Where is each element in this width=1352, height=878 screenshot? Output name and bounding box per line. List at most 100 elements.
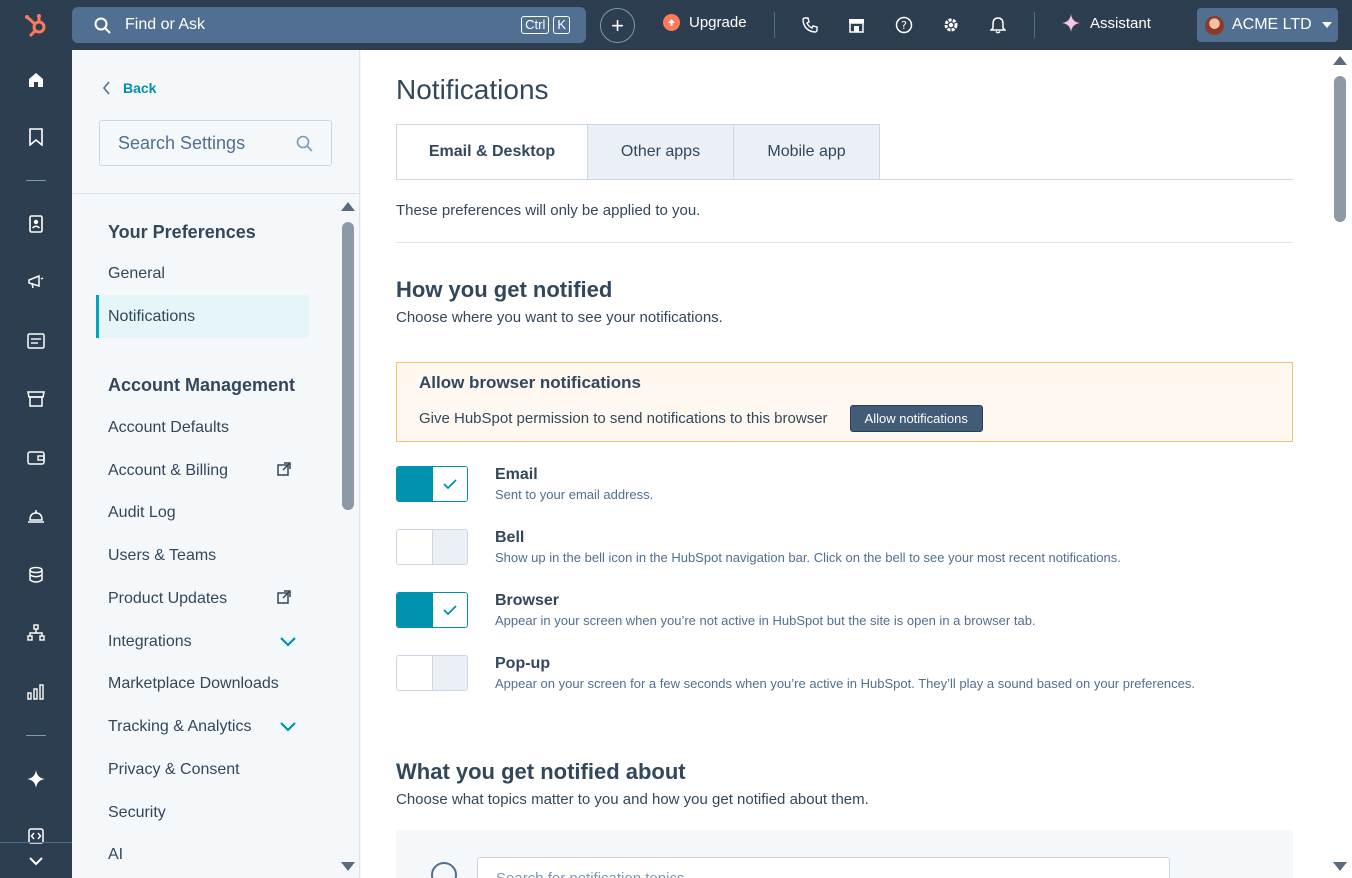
caret-down-icon [1321, 22, 1332, 28]
scroll-down-arrow-icon[interactable] [1333, 862, 1347, 871]
back-link[interactable]: Back [102, 80, 156, 96]
bookmark-icon[interactable] [26, 127, 46, 147]
chevron-down-icon [29, 856, 43, 865]
sidebar-item-security[interactable]: Security [96, 791, 309, 834]
wallet-icon[interactable] [26, 448, 46, 468]
sidebar-item-audit-log[interactable]: Audit Log [96, 491, 309, 534]
upgrade-arrow-icon [663, 14, 680, 31]
help-icon[interactable]: ? [894, 15, 914, 35]
sidebar-item-label: Account & Billing [108, 461, 229, 479]
section-heading-how: How you get notified [396, 277, 613, 302]
sidebar-item-account-defaults[interactable]: Account Defaults [96, 406, 309, 449]
tab-email-desktop[interactable]: Email & Desktop [396, 124, 588, 180]
avatar [1205, 15, 1224, 35]
sidebar-scrollbar-thumb[interactable] [342, 222, 354, 510]
settings-search-placeholder: Search Settings [118, 132, 246, 153]
tab-label: Email & Desktop [428, 143, 556, 160]
sidebar-item-account-billing[interactable]: Account & Billing [96, 449, 309, 492]
tab-label: Mobile app [767, 143, 846, 160]
external-link-icon [277, 462, 291, 476]
sidebar-item-privacy-consent[interactable]: Privacy & Consent [96, 748, 309, 791]
hubspot-logo-icon[interactable] [0, 0, 72, 50]
expand-nav-button[interactable] [0, 842, 72, 878]
popup-toggle[interactable] [396, 655, 468, 691]
email-toggle[interactable] [396, 466, 468, 502]
reporting-chart-icon[interactable] [26, 682, 46, 702]
divider [26, 180, 46, 181]
section-subtext-how: Choose where you want to see your notifi… [396, 309, 723, 326]
automation-workflow-icon[interactable] [26, 623, 46, 643]
allow-notifications-button[interactable]: Allow notifications [849, 405, 983, 432]
scroll-up-arrow-icon[interactable] [1333, 56, 1347, 65]
marketplace-icon[interactable] [846, 15, 866, 35]
sidebar-item-product-updates[interactable]: Product Updates [96, 577, 309, 620]
page-title: Notifications [396, 74, 549, 105]
tab-bar: Email & Desktop Other apps Mobile app [396, 124, 880, 180]
account-menu-button[interactable]: ACME LTD [1197, 8, 1338, 42]
bell-toggle[interactable] [396, 529, 468, 565]
tab-mobile-app[interactable]: Mobile app [733, 124, 880, 180]
sidebar-item-label: AI [108, 845, 124, 863]
external-link-icon [277, 590, 291, 604]
sidebar-item-users-teams[interactable]: Users & Teams [96, 534, 309, 577]
scroll-up-arrow-icon[interactable] [341, 202, 355, 211]
bell-icon[interactable] [988, 15, 1008, 35]
content-icon[interactable] [26, 331, 46, 351]
upgrade-button[interactable]: Upgrade [663, 14, 747, 31]
settings-search-input[interactable]: Search Settings [99, 120, 332, 166]
tab-other-apps[interactable]: Other apps [587, 124, 734, 180]
sidebar-item-label: Notifications [108, 307, 196, 325]
marketing-megaphone-icon[interactable] [26, 272, 46, 292]
topic-radio[interactable] [431, 862, 457, 878]
channel-desc-popup: Appear on your screen for a few seconds … [495, 676, 1196, 691]
section-subtext-what: Choose what topics matter to you and how… [396, 791, 869, 808]
sidebar-item-marketplace-downloads[interactable]: Marketplace Downloads [96, 662, 309, 705]
sidebar-item-label: Marketplace Downloads [108, 674, 279, 692]
service-bell-icon[interactable] [26, 506, 46, 526]
alert-text: Give HubSpot permission to send notifica… [419, 410, 828, 427]
sidebar-item-label: Audit Log [108, 503, 176, 521]
channel-name-popup: Pop-up [495, 655, 551, 672]
sidebar-item-label: Security [108, 803, 166, 821]
phone-icon[interactable] [800, 15, 820, 35]
sparkle-icon [1062, 14, 1080, 32]
create-new-button[interactable]: + [600, 8, 635, 43]
section-heading-preferences: Your Preferences [108, 222, 256, 242]
assistant-button[interactable]: Assistant [1062, 14, 1151, 32]
channel-name-bell: Bell [495, 529, 525, 546]
settings-gear-icon[interactable] [941, 15, 961, 35]
sidebar-item-general[interactable]: General [96, 252, 309, 295]
browser-toggle[interactable] [396, 592, 468, 628]
global-search-placeholder: Find or Ask [125, 16, 206, 33]
topic-search-input[interactable]: Search for notification topics [477, 857, 1170, 878]
breeze-sparkle-icon[interactable] [26, 769, 46, 789]
svg-text:?: ? [901, 19, 907, 32]
divider [396, 242, 1293, 243]
search-icon [296, 135, 313, 152]
data-database-icon[interactable] [26, 565, 46, 585]
divider [1034, 12, 1035, 38]
contacts-icon[interactable] [26, 214, 46, 234]
section-heading-account: Account Management [108, 375, 296, 395]
top-navigation-bar: Find or Ask Ctrl K + Upgrade ? Assistant… [0, 0, 1352, 50]
settings-nav-list: Your Preferences General Notifications A… [72, 194, 359, 878]
scroll-down-arrow-icon[interactable] [341, 862, 355, 871]
tab-label: Other apps [620, 143, 701, 160]
home-icon[interactable] [26, 70, 46, 90]
section-heading-what: What you get notified about [396, 759, 686, 784]
channel-desc-email: Sent to your email address. [495, 487, 654, 502]
sidebar-item-label: Privacy & Consent [108, 760, 240, 778]
chevron-down-icon [280, 637, 296, 647]
intro-text: These preferences will only be applied t… [396, 202, 701, 219]
commerce-store-icon[interactable] [26, 389, 46, 409]
sidebar-item-label: Integrations [108, 632, 192, 650]
global-search-input[interactable]: Find or Ask Ctrl K [72, 7, 586, 43]
checkmark-icon [443, 604, 457, 615]
sidebar-item-label: Product Updates [108, 589, 228, 607]
account-name: ACME LTD [1232, 16, 1312, 33]
sidebar-item-ai[interactable]: AI [96, 833, 309, 876]
main-scrollbar-thumb[interactable] [1334, 76, 1346, 222]
sidebar-item-integrations[interactable]: Integrations [96, 620, 309, 663]
sidebar-item-tracking-analytics[interactable]: Tracking & Analytics [96, 705, 309, 748]
sidebar-item-notifications[interactable]: Notifications [96, 295, 309, 338]
